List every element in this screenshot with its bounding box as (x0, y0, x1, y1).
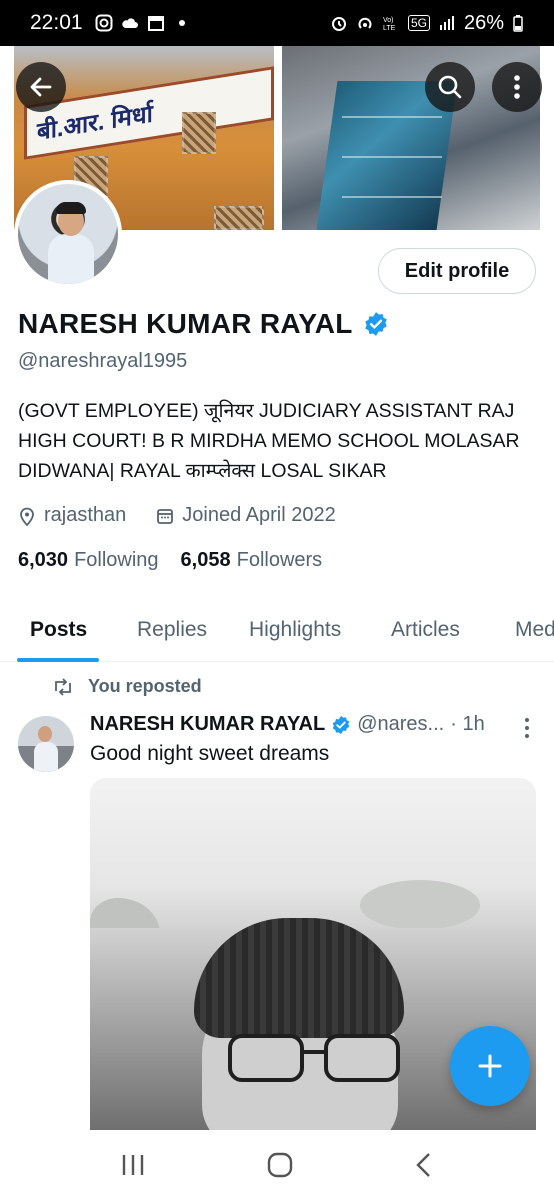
active-tab-indicator (17, 658, 99, 662)
search-icon (438, 75, 462, 99)
signal-icon (439, 16, 454, 30)
tab-media[interactable]: Med (515, 618, 554, 642)
profile-avatar[interactable] (14, 180, 122, 288)
followers-link[interactable]: 6,058 Followers (181, 549, 323, 572)
post-header: NARESH KUMAR RAYAL @nares... · 1h (90, 713, 485, 736)
tab-posts[interactable]: Posts (30, 618, 87, 642)
back-nav-icon[interactable] (414, 1152, 434, 1178)
verified-badge-icon (332, 715, 350, 734)
svg-text:LTE: LTE (383, 25, 396, 32)
status-bar: 22:01 Vo) LTE 5G 26% (0, 0, 554, 46)
calendar-icon (157, 508, 174, 524)
banner-window (214, 206, 264, 230)
profile-meta: rajasthan Joined April 2022 (18, 504, 336, 527)
post-author-avatar[interactable] (18, 716, 74, 772)
plus-icon (478, 1054, 502, 1078)
more-vertical-icon (514, 75, 520, 99)
tab-articles[interactable]: Articles (391, 618, 460, 642)
display-name: NARESH KUMAR RAYAL (18, 308, 353, 339)
image-glasses (228, 1034, 400, 1082)
search-button[interactable] (425, 62, 475, 112)
recent-apps-icon[interactable] (120, 1153, 146, 1177)
compose-post-button[interactable] (450, 1026, 530, 1106)
profile-bio: (GOVT EMPLOYEE) जूनियर JUDICIARY ASSISTA… (18, 400, 520, 482)
repost-label: You reposted (88, 676, 202, 696)
more-options-button[interactable] (492, 62, 542, 112)
banner-glass-line (342, 156, 442, 158)
followers-count: 6,058 (180, 549, 231, 571)
profile-tabs: Posts Replies Highlights Articles Med (0, 604, 554, 662)
alarm-icon (331, 17, 346, 31)
joined-date: Joined April 2022 (182, 504, 336, 526)
avatar-shirt (34, 742, 58, 772)
following-count: 6,030 (18, 549, 69, 571)
status-time: 22:01 (30, 11, 83, 34)
post-text: Good night sweet dreams (90, 742, 330, 765)
home-icon[interactable] (267, 1152, 293, 1178)
dot-icon (178, 20, 185, 26)
image-tree (360, 880, 480, 930)
calendar-icon (147, 16, 164, 31)
back-arrow-icon (30, 77, 52, 97)
location-icon (20, 507, 34, 526)
avatar-face (38, 726, 52, 742)
instagram-icon (95, 14, 113, 32)
profile-handle: @nareshrayal1995 (18, 350, 188, 372)
verified-badge-icon[interactable] (363, 311, 389, 337)
avatar-hair (56, 202, 86, 214)
post-author-name[interactable]: NARESH KUMAR RAYAL (90, 713, 325, 736)
location-text: rajasthan (44, 504, 127, 526)
follow-counts: 6,030 Following 6,058 Followers (18, 549, 322, 572)
back-button[interactable] (16, 62, 66, 112)
avatar-shirt (48, 234, 94, 284)
svg-text:Vo): Vo) (383, 17, 394, 24)
banner-window (182, 112, 216, 154)
system-nav-bar (0, 1130, 554, 1200)
repost-icon (55, 677, 71, 696)
followers-label: Followers (236, 549, 323, 571)
following-link[interactable]: 6,030 Following (18, 549, 159, 572)
network-badge: 5G (407, 15, 430, 31)
post-author-handle[interactable]: @nares... (357, 713, 444, 736)
battery-percent: 26% (463, 11, 504, 34)
tab-highlights[interactable]: Highlights (249, 618, 341, 642)
edit-profile-button[interactable]: Edit profile (378, 248, 536, 294)
tab-replies[interactable]: Replies (137, 618, 207, 642)
hotspot-icon (358, 17, 372, 29)
post-more-icon[interactable] (520, 716, 534, 740)
banner-glass-line (342, 196, 442, 198)
repost-indicator: You reposted (52, 676, 202, 697)
banner-glass-line (342, 116, 442, 118)
volte-icon: Vo)LTE (383, 17, 396, 32)
name-row: NARESH KUMAR RAYAL (18, 308, 389, 340)
post-timestamp: · 1h (450, 713, 485, 735)
cloud-icon (121, 18, 138, 28)
following-label: Following (74, 549, 159, 571)
battery-icon (513, 15, 523, 32)
